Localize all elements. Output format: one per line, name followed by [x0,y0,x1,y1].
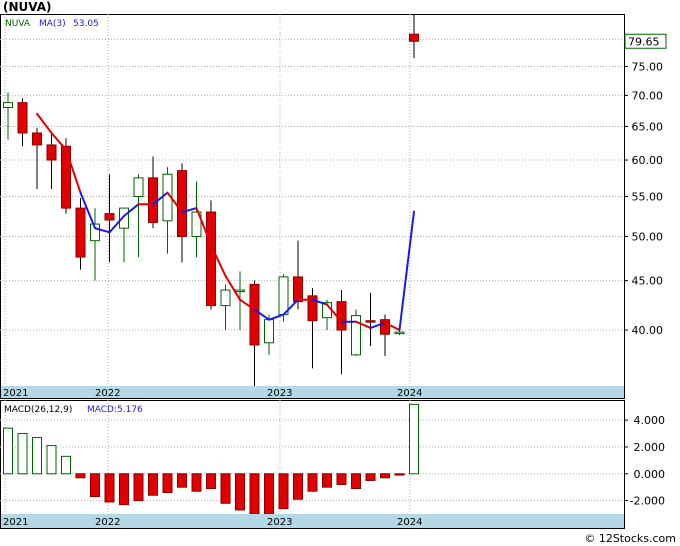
candle-body [409,33,419,42]
macd-bar [133,473,144,502]
macd-bar [177,473,187,488]
price-legend: NUVA MA(3) 53.05 [5,19,99,29]
macd-bar [336,473,347,485]
macd-bar [61,455,71,475]
last-price-box: 79.65 [624,33,667,49]
candle-body [365,320,376,323]
y-tick-label: 50.00 [632,230,664,243]
macd-tick-label: 0.000 [634,468,666,481]
macd-y-axis: -2.000 0.000 2.000 4.000 [624,414,666,508]
candle-body [249,283,260,346]
macd-bar [191,473,202,492]
legend-ma-label: MA(3) [39,19,66,29]
candle-body [336,301,347,331]
macd-year-axis-band: 2021 2022 2023 2024 [1,514,624,528]
macd-bar [409,403,419,475]
y-tick-label: 75.00 [632,60,664,73]
legend-ma-value: 53.05 [73,19,99,29]
y-tick-label: 55.00 [632,191,664,204]
x-year-label: 2022 [95,388,120,399]
candle-body [3,102,13,109]
macd-bar [293,473,303,500]
macd-chart: 2021 2022 2023 2024 -2.000 0.000 2.000 4.000 M… [0,400,666,529]
macd-bar [148,473,158,496]
candle-body [264,319,274,344]
macd-bar [365,473,376,481]
y-tick-label: 65.00 [632,120,664,133]
macd-bar [220,473,231,504]
macd-bar [380,473,390,479]
candle [351,309,361,356]
y-tick-label: 60.00 [632,154,664,167]
candle-body [46,144,57,161]
site-credit: © 12Stocks.com [584,532,676,545]
macd-bar [119,473,129,506]
macd-bar [206,473,216,490]
macd-bar [249,473,260,515]
candle-body [177,170,187,237]
x-year-label: 2021 [3,388,28,399]
y-tick-label: 45.00 [632,275,664,288]
macd-bar [351,473,361,490]
macd-bar [90,473,100,498]
candle-body [133,177,144,198]
candle-body [278,276,289,316]
macd-bar [3,427,13,475]
macd-bar [322,473,332,488]
candle-body [220,289,231,307]
macd-x-year-label: 2024 [397,517,422,528]
macd-legend-label: MACD(26,12,9) [4,405,72,415]
candle-body [293,276,303,303]
macd-tick-label: -2.000 [630,495,665,508]
candle-body [104,213,115,221]
candle-body [61,145,71,209]
legend-symbol: NUVA [5,19,31,29]
macd-bar [32,437,42,475]
macd-bar [264,473,274,515]
price-chart: 2021 2022 2023 2024 40.00 45.00 50.00 55.00 60.… [0,14,667,399]
macd-bar [307,473,318,492]
x-year-label: 2023 [267,388,292,399]
candle-body [206,211,216,307]
macd-x-year-label: 2021 [3,517,28,528]
macd-x-year-label: 2023 [267,517,292,528]
macd-tick-label: 2.000 [634,441,666,454]
macd-bar [17,433,28,475]
candle-body [235,289,245,293]
candle-body [17,102,28,134]
last-price-label: 79.65 [628,35,660,48]
x-year-label: 2024 [397,388,422,399]
year-axis-band: 2021 2022 2023 2024 [1,386,624,399]
candle-body [394,331,405,335]
macd-x-year-label: 2022 [95,517,120,528]
macd-bar [394,473,405,476]
y-tick-label: 40.00 [632,324,664,337]
macd-bar [75,473,86,479]
candle-body [148,177,158,223]
chart-title: (NUVA) [3,0,52,14]
candle-body [32,132,42,146]
macd-bar [162,473,173,494]
macd-legend-value: MACD:5.176 [87,405,143,415]
candle [206,200,216,310]
price-y-axis: 40.00 45.00 50.00 55.00 60.00 65.00 70.00 75.00… [624,33,663,337]
macd-tick-label: 4.000 [634,414,666,427]
candle-body [75,207,86,258]
macd-bar [278,473,289,510]
macd-bar [46,445,57,475]
macd-bar [104,473,115,503]
y-tick-label: 70.00 [632,89,664,102]
macd-bar [235,473,245,511]
